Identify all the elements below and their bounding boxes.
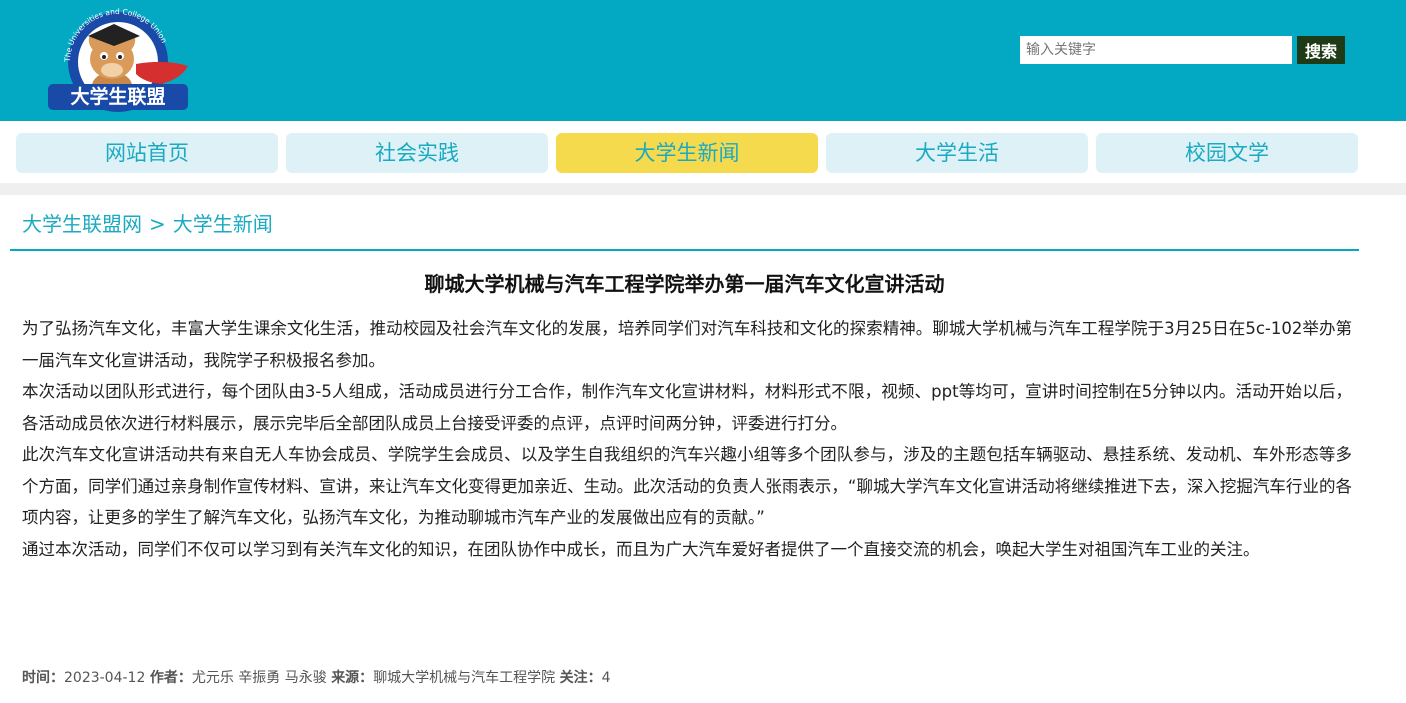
- breadcrumb-current-link[interactable]: 大学生新闻: [173, 212, 273, 236]
- breadcrumb: 大学生联盟网 > 大学生新闻: [22, 209, 273, 239]
- meta-author-label: 作者：: [149, 670, 192, 686]
- nav-item-student-news[interactable]: 大学生新闻: [556, 133, 818, 173]
- meta-source: 聊城大学机械与汽车工程学院: [373, 670, 556, 686]
- article-paragraph: 为了弘扬汽车文化，丰富大学生课余文化生活，推动校园及社会汽车文化的发展，培养同学…: [22, 319, 1352, 370]
- article-paragraph: 本次活动以团队形式进行，每个团队由3-5人组成，活动成员进行分工合作，制作汽车文…: [22, 382, 1352, 433]
- nav-item-social-practice[interactable]: 社会实践: [286, 133, 548, 173]
- logo-text: 大学生联盟: [70, 85, 165, 108]
- nav-item-campus-literature[interactable]: 校园文学: [1096, 133, 1358, 173]
- breadcrumb-separator: >: [149, 212, 166, 236]
- search-button[interactable]: 搜索: [1297, 36, 1345, 64]
- article-paragraph: 通过本次活动，同学们不仅可以学习到有关汽车文化的知识，在团队协作中成长，而且为广…: [22, 539, 1260, 559]
- meta-views: 4: [601, 670, 611, 686]
- meta-source-label: 来源：: [331, 670, 374, 686]
- nav-item-student-life[interactable]: 大学生活: [826, 133, 1088, 173]
- article-paragraph: 此次汽车文化宣讲活动共有来自无人车协会成员、学院学生会成员、以及学生自我组织的汽…: [22, 445, 1352, 527]
- site-header: The Universities and College Union 大学生联盟…: [0, 0, 1406, 121]
- main-nav: 网站首页 社会实践 大学生新闻 大学生活 校园文学: [0, 121, 1406, 183]
- site-logo[interactable]: The Universities and College Union 大学生联盟: [48, 4, 198, 114]
- meta-time-label: 时间：: [22, 670, 64, 686]
- meta-views-label: 关注：: [559, 670, 602, 686]
- article-body: 为了弘扬汽车文化，丰富大学生课余文化生活，推动校园及社会汽车文化的发展，培养同学…: [22, 313, 1352, 565]
- breadcrumb-divider: [10, 249, 1359, 251]
- nav-item-home[interactable]: 网站首页: [16, 133, 278, 173]
- meta-author: 尤元乐 辛振勇 马永骏: [191, 670, 327, 686]
- article-meta: 时间：2023-04-12 作者：尤元乐 辛振勇 马永骏 来源：聊城大学机械与汽…: [22, 666, 611, 690]
- meta-time: 2023-04-12: [64, 670, 146, 686]
- search-input[interactable]: [1020, 36, 1292, 64]
- article-title: 聊城大学机械与汽车工程学院举办第一届汽车文化宣讲活动: [424, 272, 945, 296]
- breadcrumb-home-link[interactable]: 大学生联盟网: [22, 212, 142, 236]
- nav-separator-band: [0, 183, 1406, 195]
